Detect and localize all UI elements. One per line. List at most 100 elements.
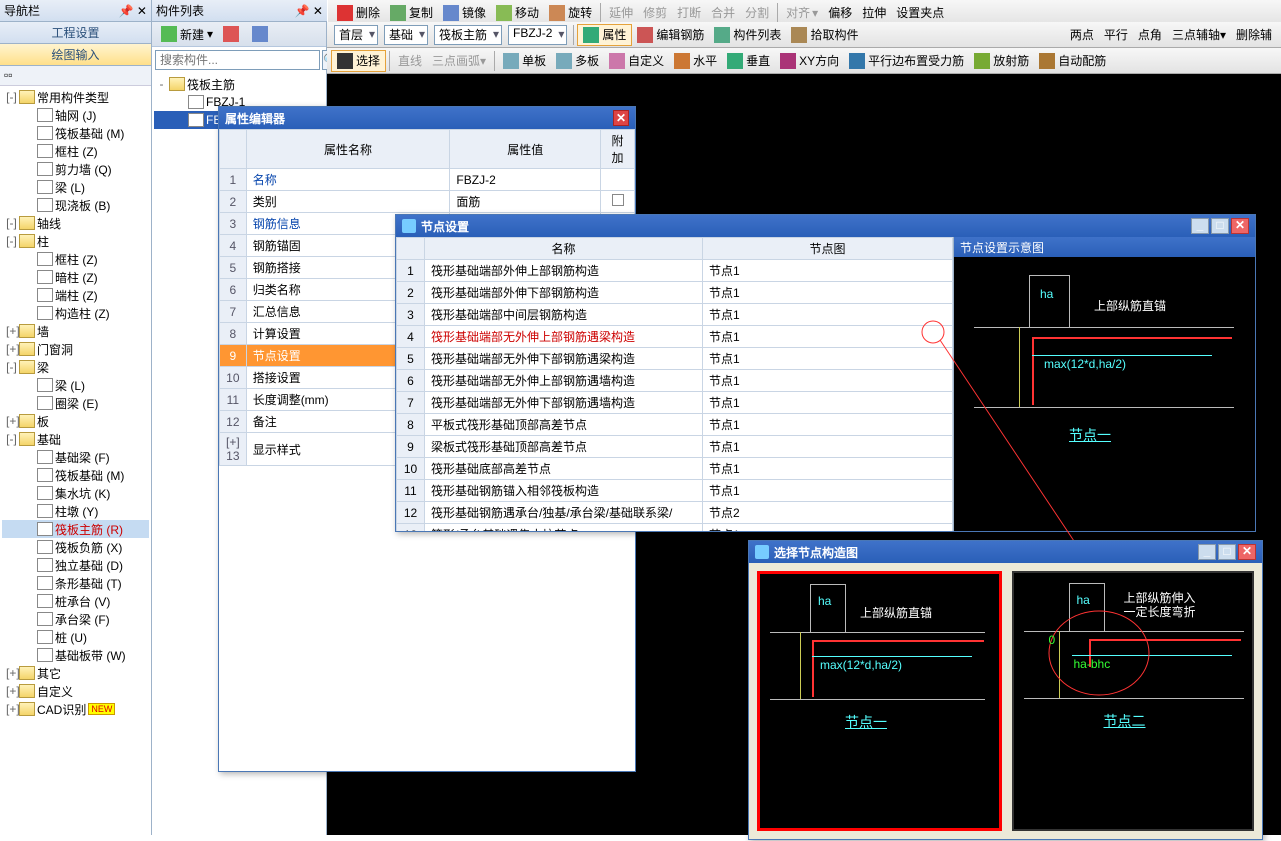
node-max-button[interactable]: □ (1211, 218, 1229, 234)
nav-item-25[interactable]: 筏板负筋 (X) (2, 538, 149, 556)
node-close-button[interactable]: ✕ (1231, 218, 1249, 234)
tb-copy[interactable]: 复制 (385, 2, 438, 24)
nav-item-0[interactable]: [-]常用构件类型 (2, 88, 149, 106)
nav-item-24[interactable]: 筏板主筋 (R) (2, 520, 149, 538)
node-row-5[interactable]: 5筏形基础端部无外伸下部钢筋遇梁构造节点1 (397, 348, 953, 370)
nav-item-2[interactable]: 筏板基础 (M) (2, 124, 149, 142)
nav-item-17[interactable]: 圈梁 (E) (2, 394, 149, 412)
r-pointang[interactable]: 点角 (1133, 24, 1167, 46)
nav-item-27[interactable]: 条形基础 (T) (2, 574, 149, 592)
nav-item-21[interactable]: 筏板基础 (M) (2, 466, 149, 484)
nav-item-22[interactable]: 集水坑 (K) (2, 484, 149, 502)
nav-item-20[interactable]: 基础梁 (F) (2, 448, 149, 466)
nav-btn-draw[interactable]: 绘图输入 (0, 44, 151, 66)
clist-btn3[interactable] (247, 23, 276, 45)
btn-select[interactable]: 选择 (331, 50, 386, 72)
r-threeaux[interactable]: 三点辅轴▾ (1167, 24, 1231, 46)
btn-arc[interactable]: 三点画弧▾ (427, 50, 491, 72)
tb-rotate[interactable]: 旋转 (544, 2, 597, 24)
btn-pickup[interactable]: 拾取构件 (786, 24, 863, 46)
cat-combo[interactable]: 基础 (384, 25, 428, 45)
nav-item-8[interactable]: [-]柱 (2, 232, 149, 250)
nav-item-19[interactable]: [-]基础 (2, 430, 149, 448)
nav-item-30[interactable]: 桩 (U) (2, 628, 149, 646)
nav-item-12[interactable]: 构造柱 (Z) (2, 304, 149, 322)
ctree-root[interactable]: -筏板主筋 (154, 75, 324, 93)
nav-item-5[interactable]: 梁 (L) (2, 178, 149, 196)
nav-item-28[interactable]: 桩承台 (V) (2, 592, 149, 610)
nav-item-1[interactable]: 轴网 (J) (2, 106, 149, 124)
nav-pin-icon[interactable]: 📌 ✕ (119, 4, 147, 18)
node-row-6[interactable]: 6筏形基础端部无外伸上部钢筋遇墙构造节点1 (397, 370, 953, 392)
tb-gripset[interactable]: 设置夹点 (891, 2, 949, 24)
nav-item-13[interactable]: [+]墙 (2, 322, 149, 340)
clist-btn2[interactable] (218, 23, 247, 45)
node-row-8[interactable]: 8平板式筏形基础顶部高差节点节点1 (397, 414, 953, 436)
tb-break[interactable]: 打断 (672, 2, 706, 24)
nav-item-11[interactable]: 端柱 (Z) (2, 286, 149, 304)
node-row-10[interactable]: 10筏形基础底部高差节点节点1 (397, 458, 953, 480)
node-row-2[interactable]: 2筏形基础端部外伸下部钢筋构造节点1 (397, 282, 953, 304)
sel-close-button[interactable]: ✕ (1238, 544, 1256, 560)
inst-combo[interactable]: FBZJ-2 (508, 25, 567, 45)
nav-tree[interactable]: [-]常用构件类型轴网 (J)筏板基础 (M)框柱 (Z)剪力墙 (Q)梁 (L… (0, 86, 151, 835)
tb-offset[interactable]: 偏移 (823, 2, 857, 24)
prop-close-button[interactable]: ✕ (613, 110, 629, 126)
nav-item-29[interactable]: 承台梁 (F) (2, 610, 149, 628)
sel-min-button[interactable]: _ (1198, 544, 1216, 560)
search-input[interactable] (155, 50, 320, 70)
btn-editrebar[interactable]: 编辑钢筋 (632, 24, 709, 46)
node-row-13[interactable]: 13筏形/承台基础遇集水坑节点节点1 (397, 524, 953, 532)
r-delaux[interactable]: 删除辅 (1231, 24, 1277, 46)
nav-item-16[interactable]: 梁 (L) (2, 376, 149, 394)
prop-dlg-title[interactable]: 属性编辑器 ✕ (219, 107, 635, 129)
node-row-12[interactable]: 12筏形基础钢筋遇承台/独基/承台梁/基础联系梁/节点2 (397, 502, 953, 524)
sel-dlg-title[interactable]: 选择节点构造图 _ □ ✕ (749, 541, 1262, 563)
tb-split[interactable]: 分割 (740, 2, 774, 24)
nav-item-32[interactable]: [+]其它 (2, 664, 149, 682)
node-row-9[interactable]: 9梁板式筏形基础顶部高差节点节点1 (397, 436, 953, 458)
m-single[interactable]: 单板 (498, 50, 551, 72)
tb-delete[interactable]: 删除 (332, 2, 385, 24)
m-horz[interactable]: 水平 (669, 50, 722, 72)
r-twopoint[interactable]: 两点 (1065, 24, 1099, 46)
prop-row-2[interactable]: 2类别面筋 (220, 191, 635, 213)
node-row-11[interactable]: 11筏形基础钢筋锚入相邻筏板构造节点1 (397, 480, 953, 502)
tb-mirror[interactable]: 镜像 (438, 2, 491, 24)
sel-max-button[interactable]: □ (1218, 544, 1236, 560)
nav-item-14[interactable]: [+]门窗洞 (2, 340, 149, 358)
node-option-1[interactable]: ha 上部纵筋直锚 max(12*d,ha/2) 节点一 (757, 571, 1002, 831)
nav-item-3[interactable]: 框柱 (Z) (2, 142, 149, 160)
node-min-button[interactable]: _ (1191, 218, 1209, 234)
type-combo[interactable]: 筏板主筋 (434, 25, 502, 45)
node-row-1[interactable]: 1筏形基础端部外伸上部钢筋构造节点1 (397, 260, 953, 282)
nav-item-26[interactable]: 独立基础 (D) (2, 556, 149, 574)
nav-item-31[interactable]: 基础板带 (W) (2, 646, 149, 664)
nav-item-33[interactable]: [+]自定义 (2, 682, 149, 700)
tb-extend[interactable]: 延伸 (604, 2, 638, 24)
prop-row-1[interactable]: 1名称FBZJ-2 (220, 169, 635, 191)
clist-pin-icon[interactable]: 📌 ✕ (295, 4, 323, 18)
m-vert[interactable]: 垂直 (722, 50, 775, 72)
nav-item-23[interactable]: 柱墩 (Y) (2, 502, 149, 520)
nav-item-10[interactable]: 暗柱 (Z) (2, 268, 149, 286)
nav-item-4[interactable]: 剪力墙 (Q) (2, 160, 149, 178)
tb-align[interactable]: 对齐▾ (781, 2, 823, 24)
nav-item-7[interactable]: [-]轴线 (2, 214, 149, 232)
tb-merge[interactable]: 合并 (706, 2, 740, 24)
nav-item-6[interactable]: 现浇板 (B) (2, 196, 149, 214)
node-table-container[interactable]: 名称节点图 1筏形基础端部外伸上部钢筋构造节点12筏形基础端部外伸下部钢筋构造节… (396, 237, 953, 531)
node-dlg-title[interactable]: 节点设置 _ □ ✕ (396, 215, 1255, 237)
nav-item-9[interactable]: 框柱 (Z) (2, 250, 149, 268)
nav-btn-proj[interactable]: 工程设置 (0, 22, 151, 44)
btn-line[interactable]: 直线 (393, 50, 427, 72)
node-row-4[interactable]: 4筏形基础端部无外伸上部钢筋遇梁构造节点1 (397, 326, 953, 348)
m-multi[interactable]: 多板 (551, 50, 604, 72)
node-row-3[interactable]: 3筏形基础端部中间层钢筋构造节点1 (397, 304, 953, 326)
m-paredge[interactable]: 平行边布置受力筋 (844, 50, 969, 72)
node-option-2[interactable]: ha 0 上部纵筋伸入 一定长度弯折 ha-bhc 节点二 (1012, 571, 1255, 831)
m-xy[interactable]: XY方向 (775, 50, 844, 72)
tb-trim[interactable]: 修剪 (638, 2, 672, 24)
nav-item-34[interactable]: [+]CAD识别NEW (2, 700, 149, 718)
r-parallel[interactable]: 平行 (1099, 24, 1133, 46)
